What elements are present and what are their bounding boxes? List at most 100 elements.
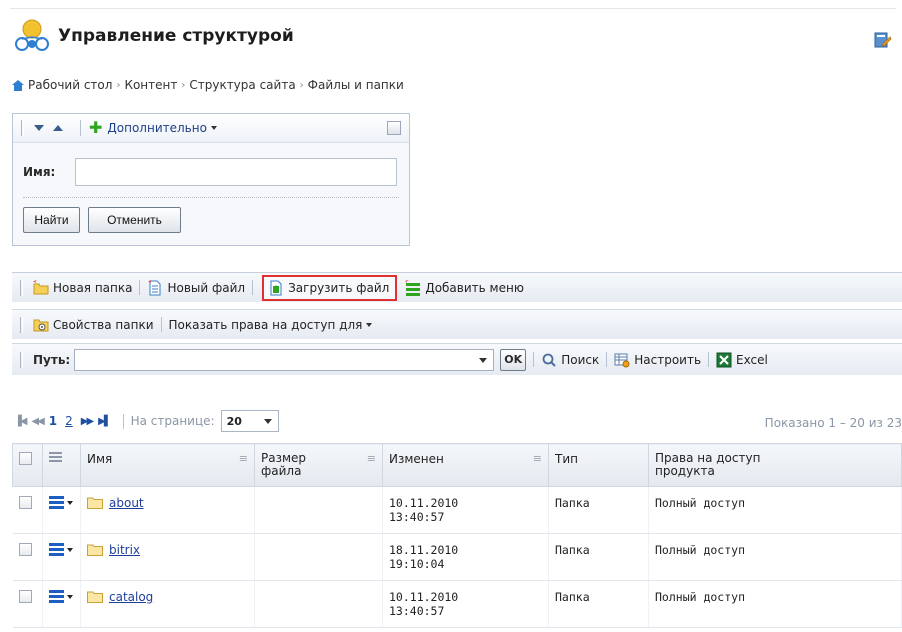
- folder-properties-button[interactable]: Свойства папки: [33, 317, 154, 333]
- toolbar-divider: [139, 280, 141, 295]
- configure-button[interactable]: Настроить: [614, 352, 701, 368]
- upload-file-button[interactable]: Загрузить файл: [262, 274, 398, 301]
- row-type-cell: Папка: [548, 486, 649, 534]
- excel-export-button[interactable]: Excel: [716, 352, 768, 368]
- next-page-icon[interactable]: ▶▶: [81, 416, 94, 427]
- new-file-icon: [148, 279, 161, 295]
- prev-page-icon[interactable]: ◀◀: [31, 416, 44, 427]
- row-checkbox[interactable]: [18, 590, 32, 603]
- path-input[interactable]: [74, 348, 495, 371]
- row-rights-cell: Полный доступ: [648, 486, 902, 534]
- first-page-icon[interactable]: ▐◀: [14, 416, 27, 427]
- add-menu-button[interactable]: Добавить меню: [405, 279, 524, 296]
- breadcrumb-separator: ›: [181, 79, 186, 91]
- collapse-arrow-down-icon[interactable]: [34, 125, 44, 131]
- row-type-cell: Папка: [548, 580, 649, 628]
- toolbar-divider: [533, 352, 535, 367]
- cancel-button[interactable]: Отменить: [88, 207, 181, 233]
- column-header-size-label: Размер файла: [261, 451, 307, 478]
- row-actions-cell: [42, 533, 81, 581]
- breadcrumb-files-folders: Файлы и папки: [307, 78, 404, 92]
- page-number-link[interactable]: 2: [65, 414, 73, 428]
- row-actions-menu-icon[interactable]: [49, 496, 73, 511]
- columns-menu-icon[interactable]: [49, 452, 62, 464]
- filter-name-label: Имя:: [23, 165, 56, 179]
- home-icon[interactable]: [12, 79, 24, 91]
- column-header-rights-label: Права на доступ продукта: [655, 451, 761, 478]
- chevron-down-icon: [210, 126, 217, 130]
- row-modified-time: 13:40:57: [389, 510, 445, 524]
- row-modified-cell: 10.11.2010 13:40:57: [382, 580, 549, 628]
- filter-toolbar: ✚ Дополнительно: [13, 114, 409, 143]
- chevron-down-icon: [263, 419, 272, 424]
- per-page-label: На странице:: [130, 414, 215, 428]
- excel-label: Excel: [736, 352, 768, 367]
- configure-label: Настроить: [634, 352, 702, 367]
- folder-name-link[interactable]: about: [109, 496, 144, 510]
- column-header-rights[interactable]: Права на доступ продукта: [648, 443, 902, 487]
- search-label: Поиск: [561, 352, 600, 367]
- row-name-cell: catalog: [80, 580, 255, 628]
- upload-file-label: Загрузить файл: [288, 280, 390, 295]
- column-header-modified[interactable]: Изменен ≡: [382, 443, 549, 487]
- filter-hide-button[interactable]: [387, 121, 401, 135]
- column-header-size[interactable]: Размер файла ≡: [254, 443, 383, 487]
- filter-name-input[interactable]: [75, 158, 397, 186]
- per-page-select[interactable]: 20: [220, 410, 279, 432]
- toolbar-divider: [606, 352, 608, 367]
- breadcrumb-desktop[interactable]: Рабочий стол: [28, 78, 112, 92]
- column-header-modified-label: Изменен: [389, 452, 444, 466]
- column-menu-icon[interactable]: ≡: [533, 452, 542, 465]
- table-row[interactable]: catalog 10.11.2010 13:40:57 Папка Полный…: [12, 580, 902, 628]
- per-page-value: 20: [226, 414, 242, 428]
- edit-page-icon[interactable]: [874, 31, 892, 49]
- table-row[interactable]: about 10.11.2010 13:40:57 Папка Полный д…: [12, 486, 902, 534]
- row-actions-menu-icon[interactable]: [49, 543, 73, 558]
- show-rights-dropdown[interactable]: Показать права на доступ для: [169, 318, 373, 332]
- search-icon: [542, 353, 556, 367]
- last-page-icon[interactable]: ▶▌: [98, 416, 111, 427]
- row-modified-date: 10.11.2010: [389, 590, 459, 604]
- folder-icon: [87, 497, 103, 509]
- chevron-down-icon: [366, 322, 373, 327]
- table-row[interactable]: bitrix 18.11.2010 19:10:04 Папка Полный …: [12, 533, 902, 581]
- folder-name-link[interactable]: bitrix: [109, 543, 140, 557]
- folder-name-link[interactable]: catalog: [109, 590, 153, 604]
- expand-arrow-up-icon[interactable]: [53, 125, 63, 131]
- breadcrumb-site-structure[interactable]: Структура сайта: [189, 78, 295, 92]
- select-all-checkbox[interactable]: [19, 452, 32, 465]
- new-folder-button[interactable]: Новая папка: [33, 279, 132, 296]
- row-checkbox[interactable]: [18, 543, 32, 556]
- breadcrumb-separator: ›: [299, 79, 304, 91]
- page-header: Управление структурой: [10, 8, 896, 72]
- chevron-down-icon[interactable]: [479, 357, 488, 363]
- row-rights-cell: Полный доступ: [648, 533, 902, 581]
- toolbar-grip: [21, 120, 24, 136]
- search-button[interactable]: Поиск: [541, 352, 599, 368]
- filter-panel: ✚ Дополнительно Имя: Найти Отменить: [12, 113, 410, 246]
- column-menu-icon[interactable]: ≡: [367, 452, 376, 465]
- column-header-type[interactable]: Тип: [548, 443, 649, 487]
- path-ok-button[interactable]: OK: [500, 348, 527, 371]
- plus-icon: ✚: [89, 118, 103, 137]
- page-number-current: 1: [48, 414, 58, 428]
- pagination: ▐◀ ◀◀ 1 2 ▶▶ ▶▌ На странице: 20: [14, 410, 279, 432]
- column-header-name[interactable]: Имя ≡: [80, 443, 255, 487]
- find-button[interactable]: Найти: [23, 207, 80, 233]
- row-select-cell: [12, 580, 43, 628]
- row-actions-cell: [42, 486, 81, 534]
- row-modified-time: 19:10:04: [389, 557, 445, 571]
- column-header-name-label: Имя: [87, 452, 113, 466]
- new-file-button[interactable]: Новый файл: [147, 279, 245, 296]
- breadcrumb-content[interactable]: Контент: [124, 78, 177, 92]
- row-size-cell: [254, 533, 383, 581]
- row-name-cell: bitrix: [80, 533, 255, 581]
- row-actions-menu-icon[interactable]: [49, 590, 73, 605]
- column-menu-icon[interactable]: ≡: [239, 452, 248, 465]
- actions-toolbar: Новая папка Новый файл Загрузить файл До…: [12, 272, 902, 302]
- toolbar-divider: [80, 120, 81, 136]
- row-checkbox[interactable]: [18, 496, 32, 509]
- toolbar-divider: [122, 413, 124, 429]
- row-modified-time: 13:40:57: [389, 604, 445, 618]
- filter-more-dropdown[interactable]: Дополнительно: [107, 121, 207, 135]
